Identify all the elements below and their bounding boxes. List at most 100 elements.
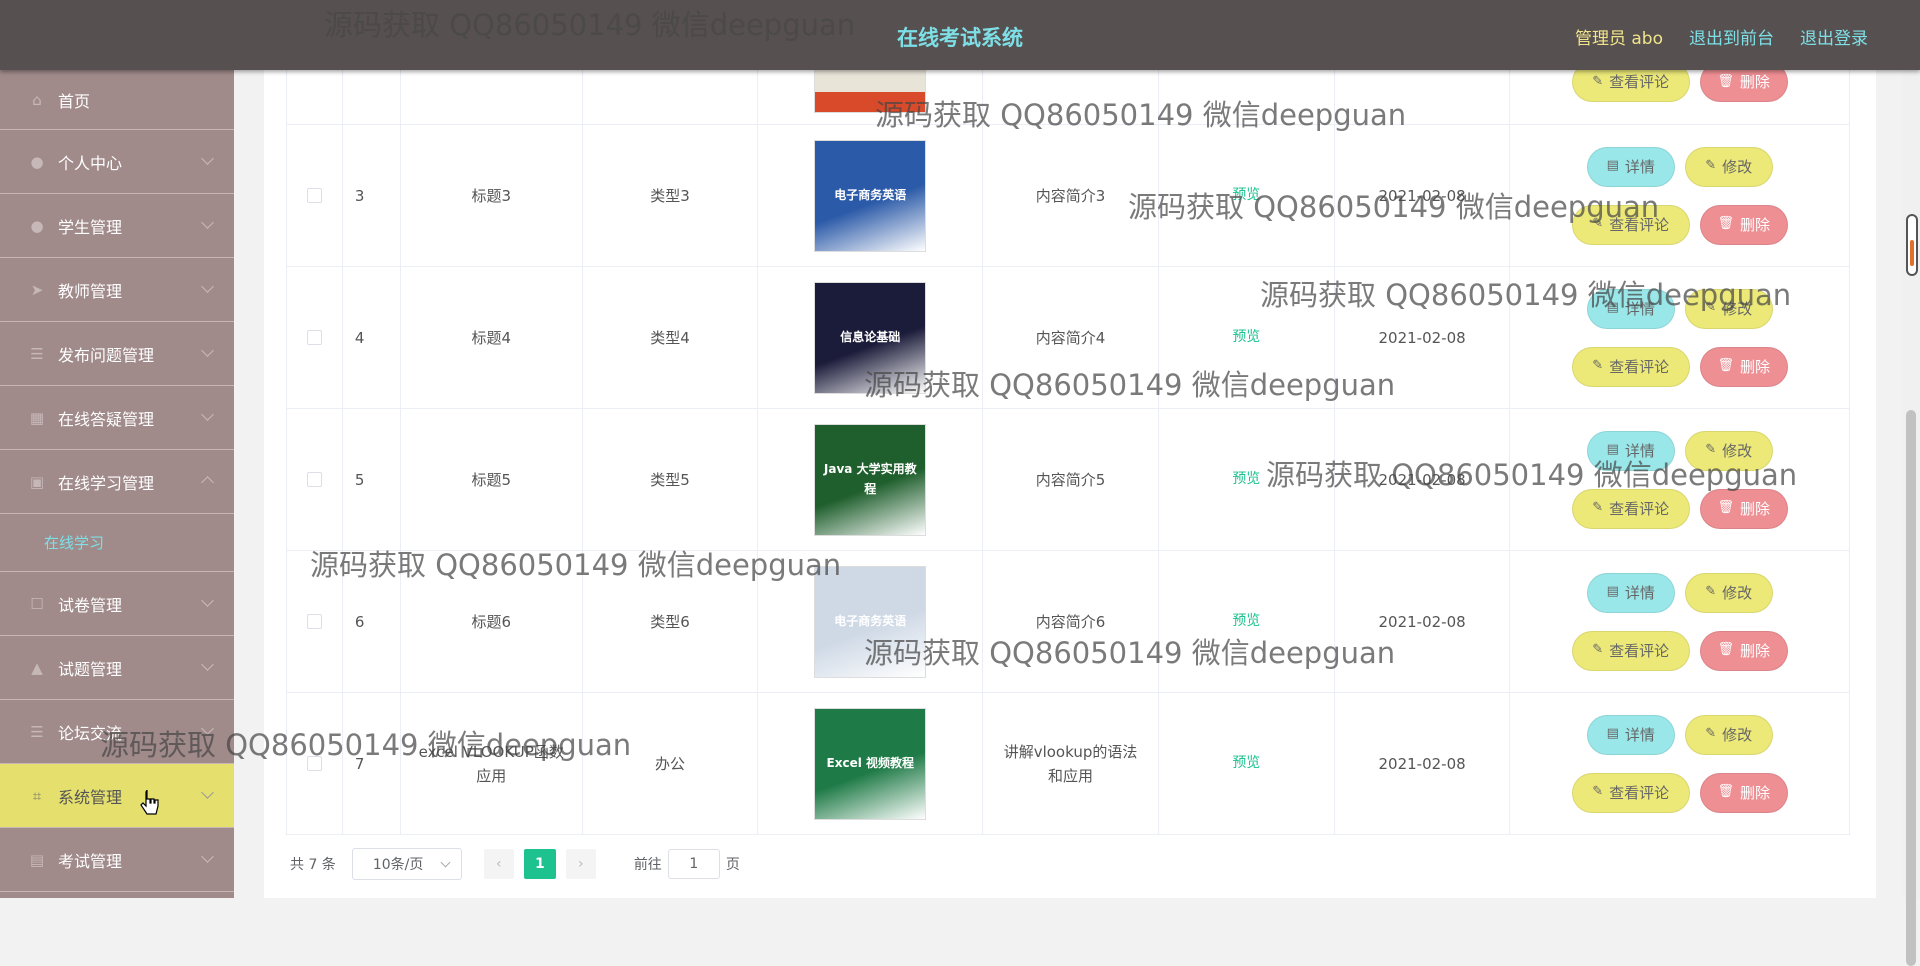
row-type: 类型6 bbox=[583, 551, 759, 692]
table-row: 3 标题3 类型3 电子商务英语 内容简介3 预览 2021-02-08 ▤ 详情 ✎ 修改 ✎ 查看评… bbox=[287, 125, 1849, 267]
calendar-icon: ▣ bbox=[29, 472, 45, 491]
chevron-down-icon bbox=[201, 152, 214, 165]
exit-to-front-link[interactable]: 退出到前台 bbox=[1689, 24, 1774, 49]
logout-link[interactable]: 退出登录 bbox=[1800, 24, 1868, 49]
row-type: 类型3 bbox=[583, 125, 759, 266]
document-icon: ▤ bbox=[1606, 158, 1619, 174]
row-title: excel VLOOKUP函数应用 bbox=[401, 693, 583, 834]
detail-button[interactable]: ▤ 详情 bbox=[1586, 146, 1675, 187]
view-comments-button[interactable]: ✎ 查看评论 bbox=[1571, 630, 1690, 671]
chevron-down-icon bbox=[201, 786, 214, 799]
detail-button[interactable]: ▤ 详情 bbox=[1586, 572, 1675, 613]
row-checkbox[interactable] bbox=[306, 756, 322, 771]
cover-image: Excel 视频教程 bbox=[814, 707, 927, 820]
scrollbar[interactable] bbox=[1902, 70, 1920, 966]
row-date: 2021-02-08 bbox=[1335, 267, 1511, 408]
edit-button[interactable]: ✎ 修改 bbox=[1684, 572, 1773, 613]
row-id: 4 bbox=[343, 267, 401, 408]
preview-link[interactable]: 预览 bbox=[1232, 184, 1260, 206]
pagination: 共 7 条 10条/页 ‹ 1 › 前往 1 页 bbox=[290, 848, 740, 880]
delete-button[interactable]: 🗑 删除 bbox=[1699, 630, 1788, 671]
page-suffix: 页 bbox=[725, 857, 740, 873]
detail-button[interactable]: ▤ 详情 bbox=[1586, 714, 1675, 755]
table-row: 4 标题4 类型4 信息论基础 内容简介4 预览 2021-02-08 ▤ 详情 ✎ 修改 ✎ 查看评论… bbox=[287, 267, 1849, 409]
cover-image: 电子商务英语 bbox=[814, 139, 927, 252]
edit-icon: ✎ bbox=[1705, 300, 1717, 316]
preview-link[interactable]: 预览 bbox=[1232, 326, 1260, 348]
delete-button[interactable]: 🗑 删除 bbox=[1699, 488, 1788, 529]
preview-link[interactable]: 预览 bbox=[1232, 468, 1260, 490]
trash-icon: 🗑 bbox=[1717, 216, 1734, 232]
table-row: 5 标题5 类型5 Java 大学实用教程 内容简介5 预览 2021-02-08 ▤ 详情 ✎ 修… bbox=[287, 409, 1849, 551]
edit-icon: ✎ bbox=[1592, 216, 1604, 232]
table-row-partial: ✎ 查看评论 🗑 删除 bbox=[287, 61, 1849, 125]
chevron-down-icon bbox=[201, 658, 214, 671]
hand-cursor-icon bbox=[140, 790, 159, 815]
edit-button[interactable]: ✎ 修改 bbox=[1684, 714, 1773, 755]
detail-button[interactable]: ▤ 详情 bbox=[1586, 430, 1675, 471]
edit-icon: ✎ bbox=[1592, 500, 1604, 516]
row-checkbox[interactable] bbox=[306, 188, 322, 203]
delete-button[interactable]: 🗑 删除 bbox=[1699, 346, 1788, 387]
preview-link[interactable]: 预览 bbox=[1232, 752, 1260, 774]
list-icon: ☰ bbox=[30, 722, 44, 741]
sidebar-item-questions[interactable]: ☰ 发布问题管理 bbox=[0, 322, 234, 386]
edit-icon: ✎ bbox=[1705, 442, 1717, 458]
chevron-down-icon bbox=[201, 722, 214, 735]
chevron-up-icon bbox=[201, 476, 214, 489]
sidebar: ⌂ 首页 ● 个人中心 ● 学生管理 ➤ 教师管理 ☰ 发布问题管理 ▦ 在线答疑管理 ▣ 在… bbox=[0, 70, 234, 898]
row-intro: 讲解vlookup的语法和应用 bbox=[983, 693, 1159, 834]
chevron-down-icon bbox=[201, 850, 214, 863]
row-id: 6 bbox=[343, 551, 401, 692]
sidebar-item-teachers[interactable]: ➤ 教师管理 bbox=[0, 258, 234, 322]
edit-button[interactable]: ✎ 修改 bbox=[1684, 146, 1773, 187]
delete-button[interactable]: 🗑 删除 bbox=[1699, 204, 1788, 245]
sidebar-item-qa[interactable]: ▦ 在线答疑管理 bbox=[0, 386, 234, 450]
list-icon: ☰ bbox=[30, 344, 44, 363]
sidebar-item-exam-questions[interactable]: ▲ 试题管理 bbox=[0, 636, 234, 700]
row-checkbox[interactable] bbox=[306, 614, 322, 629]
grid-icon: ▦ bbox=[29, 408, 45, 427]
row-type: 类型4 bbox=[583, 267, 759, 408]
page-size-select[interactable]: 10条/页 bbox=[351, 848, 462, 880]
row-intro: 内容简介3 bbox=[983, 125, 1159, 266]
view-comments-button[interactable]: ✎ 查看评论 bbox=[1571, 488, 1690, 529]
next-page-button[interactable]: › bbox=[565, 849, 596, 879]
total-count: 共 7 条 bbox=[290, 857, 336, 873]
user-icon: ● bbox=[30, 152, 44, 171]
row-id: 7 bbox=[343, 693, 401, 834]
chevron-down-icon bbox=[201, 408, 214, 421]
sidebar-item-system[interactable]: ⌗ 系统管理 bbox=[0, 764, 234, 828]
detail-button[interactable]: ▤ 详情 bbox=[1586, 288, 1675, 329]
sidebar-item-papers[interactable]: ☐ 试卷管理 bbox=[0, 572, 234, 636]
sidebar-subitem-online-learning[interactable]: 在线学习 bbox=[0, 514, 234, 572]
edit-button[interactable]: ✎ 修改 bbox=[1684, 288, 1773, 329]
sidebar-item-profile[interactable]: ● 个人中心 bbox=[0, 130, 234, 194]
sidebar-item-learning[interactable]: ▣ 在线学习管理 bbox=[0, 450, 234, 514]
row-checkbox[interactable] bbox=[306, 472, 322, 487]
trash-icon: 🗑 bbox=[1717, 500, 1734, 516]
sidebar-item-home[interactable]: ⌂ 首页 bbox=[0, 70, 234, 130]
row-title: 标题6 bbox=[401, 551, 583, 692]
main-content: ✎ 查看评论 🗑 删除 3 标题3 类型3 电子商务英语 内容简介3 预览 2021-02-08… bbox=[264, 61, 1876, 898]
cover-image: 电子商务英语 bbox=[814, 565, 927, 678]
row-title: 标题5 bbox=[401, 409, 583, 550]
row-title: 标题4 bbox=[401, 267, 583, 408]
sidebar-item-forum[interactable]: ☰ 论坛交流 bbox=[0, 700, 234, 764]
edit-button[interactable]: ✎ 修改 bbox=[1684, 430, 1773, 471]
table-row: 6 标题6 类型6 电子商务英语 内容简介6 预览 2021-02-08 ▤ 详情 ✎ 修改 ✎ 查看评… bbox=[287, 551, 1849, 693]
document-icon: ▤ bbox=[1606, 442, 1619, 458]
sidebar-item-students[interactable]: ● 学生管理 bbox=[0, 194, 234, 258]
scroll-indicator-icon bbox=[1906, 214, 1918, 276]
delete-button[interactable]: 🗑 删除 bbox=[1699, 772, 1788, 813]
preview-link[interactable]: 预览 bbox=[1232, 610, 1260, 632]
sidebar-item-exams[interactable]: ▤ 考试管理 bbox=[0, 828, 234, 892]
row-checkbox[interactable] bbox=[306, 330, 322, 345]
prev-page-button[interactable]: ‹ bbox=[483, 849, 514, 879]
scrollbar-thumb[interactable] bbox=[1906, 410, 1916, 966]
view-comments-button[interactable]: ✎ 查看评论 bbox=[1571, 204, 1690, 245]
page-jump-input[interactable]: 1 bbox=[667, 849, 720, 879]
page-number-current[interactable]: 1 bbox=[523, 849, 556, 879]
view-comments-button[interactable]: ✎ 查看评论 bbox=[1571, 772, 1690, 813]
view-comments-button[interactable]: ✎ 查看评论 bbox=[1571, 346, 1690, 387]
